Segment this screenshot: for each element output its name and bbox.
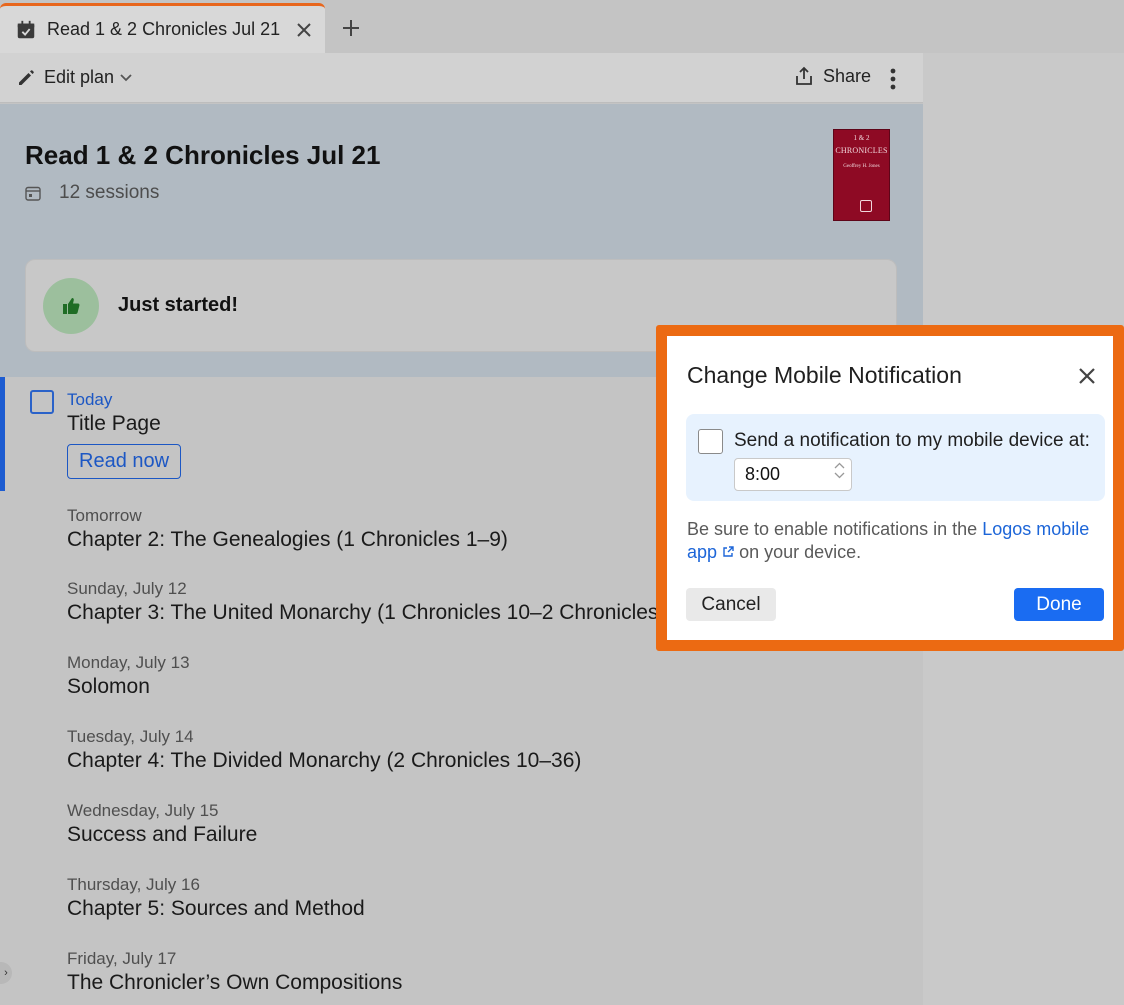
cancel-button[interactable]: Cancel bbox=[686, 588, 776, 621]
session-complete-checkbox[interactable] bbox=[30, 390, 54, 414]
session-date: Tuesday, July 14 bbox=[67, 727, 194, 746]
list-item: Sunday, July 12 Chapter 3: The United Mo… bbox=[67, 579, 683, 625]
list-item: Tuesday, July 14 Chapter 4: The Divided … bbox=[67, 727, 581, 773]
session-date: Wednesday, July 15 bbox=[67, 801, 219, 820]
chevron-up-icon[interactable] bbox=[834, 462, 845, 469]
plan-title: Read 1 & 2 Chronicles Jul 21 bbox=[25, 140, 381, 170]
time-stepper[interactable] bbox=[834, 462, 845, 479]
session-title[interactable]: The Chronicler’s Own Compositions bbox=[67, 971, 402, 995]
session-title[interactable]: Success and Failure bbox=[67, 823, 257, 847]
list-item: Today Title Page Read now bbox=[67, 390, 182, 479]
dialog-title: Change Mobile Notification bbox=[687, 362, 962, 388]
session-title[interactable]: Chapter 5: Sources and Method bbox=[67, 897, 365, 921]
session-title[interactable]: Chapter 2: The Genealogies (1 Chronicles… bbox=[67, 528, 508, 552]
edit-plan-button[interactable]: Edit plan bbox=[16, 67, 140, 88]
session-date: Friday, July 17 bbox=[67, 949, 177, 968]
hint-text-before: Be sure to enable notifications in the bbox=[687, 519, 983, 539]
external-link-icon bbox=[723, 546, 734, 557]
share-label: Share bbox=[822, 65, 871, 86]
session-date: Today bbox=[67, 390, 113, 409]
publisher-logo-icon bbox=[860, 200, 872, 212]
close-icon[interactable] bbox=[289, 15, 319, 45]
pencil-icon bbox=[19, 69, 34, 85]
list-item: Monday, July 13 Solomon bbox=[67, 653, 190, 699]
read-now-button[interactable]: Read now bbox=[67, 444, 182, 479]
list-item: Friday, July 17 The Chronicler’s Own Com… bbox=[67, 949, 402, 995]
change-notification-dialog: Change Mobile Notification Send a notifi… bbox=[667, 336, 1113, 640]
time-value: 8:00 bbox=[745, 464, 781, 484]
cover-line3: Geoffrey H. Jones bbox=[843, 164, 880, 169]
cover-line1: 1 & 2 bbox=[853, 134, 870, 142]
list-item: Tomorrow Chapter 2: The Genealogies (1 C… bbox=[67, 506, 508, 552]
session-title[interactable]: Title Page bbox=[67, 412, 181, 436]
session-date: Thursday, July 16 bbox=[67, 875, 200, 894]
share-button[interactable]: Share bbox=[793, 65, 871, 87]
send-notification-label: Send a notification to my mobile device … bbox=[734, 430, 1090, 451]
cover-line2: CHRONICLES bbox=[835, 146, 888, 155]
thumbs-up-icon bbox=[43, 277, 99, 334]
tab-reading-plan[interactable]: Read 1 & 2 Chronicles Jul 21 bbox=[0, 3, 325, 53]
book-cover[interactable]: 1 & 2 CHRONICLES Geoffrey H. Jones bbox=[833, 129, 890, 221]
session-title[interactable]: Chapter 3: The United Monarchy (1 Chroni… bbox=[67, 601, 683, 625]
list-item: Wednesday, July 15 Success and Failure bbox=[67, 801, 257, 847]
progress-status: Just started! bbox=[118, 294, 239, 316]
calendar-icon bbox=[25, 186, 41, 201]
session-date: Monday, July 13 bbox=[67, 653, 190, 672]
done-button[interactable]: Done bbox=[1014, 588, 1104, 621]
today-indicator bbox=[0, 377, 5, 491]
sessions-label: 12 sessions bbox=[59, 182, 160, 203]
chevron-down-icon bbox=[120, 73, 132, 81]
close-icon[interactable] bbox=[1074, 363, 1100, 389]
chevron-down-icon[interactable] bbox=[834, 472, 845, 479]
sessions-count: 12 sessions bbox=[25, 182, 159, 204]
notification-hint: Be sure to enable notifications in the L… bbox=[687, 518, 1105, 564]
list-item: Thursday, July 16 Chapter 5: Sources and… bbox=[67, 875, 365, 921]
send-notification-checkbox[interactable] bbox=[698, 429, 723, 454]
session-date: Tomorrow bbox=[67, 506, 142, 525]
panel-toolbar: Edit plan Share bbox=[0, 53, 923, 103]
notification-settings-box: Send a notification to my mobile device … bbox=[686, 414, 1105, 501]
share-icon bbox=[796, 66, 812, 85]
session-date: Sunday, July 12 bbox=[67, 579, 187, 598]
tab-title: Read 1 & 2 Chronicles Jul 21 bbox=[47, 19, 281, 39]
plus-icon[interactable] bbox=[336, 13, 366, 43]
session-title[interactable]: Chapter 4: The Divided Monarchy (2 Chron… bbox=[67, 749, 581, 773]
hint-text-after: on your device. bbox=[734, 542, 862, 562]
tab-bar: Read 1 & 2 Chronicles Jul 21 bbox=[0, 0, 1124, 53]
calendar-check-icon bbox=[17, 20, 35, 38]
session-title[interactable]: Solomon bbox=[67, 675, 190, 699]
more-options-icon[interactable] bbox=[883, 65, 903, 93]
edit-plan-label: Edit plan bbox=[44, 67, 115, 87]
notification-time-input[interactable]: 8:00 bbox=[734, 458, 852, 491]
